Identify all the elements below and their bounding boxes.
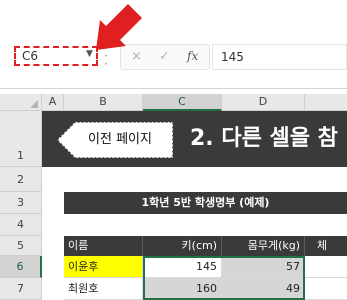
column-header-c[interactable]: C <box>143 94 222 111</box>
row-header-2[interactable]: 2 <box>0 167 42 192</box>
cell-height-row6[interactable]: 145 <box>143 256 222 278</box>
row-header-4[interactable]: 4 <box>0 214 42 236</box>
header-height[interactable]: 키(cm) <box>143 236 222 256</box>
row-header-6[interactable]: 6 <box>0 256 42 278</box>
cell-extra-row6[interactable] <box>305 256 347 278</box>
row-header-5[interactable]: 5 <box>0 236 42 256</box>
column-header-d[interactable]: D <box>222 94 305 111</box>
table-title: 1학년 5반 학생명부 (예제) <box>64 192 347 214</box>
cell-height-row7[interactable]: 160 <box>143 278 222 300</box>
cell-extra-row7[interactable] <box>305 278 347 300</box>
formula-input[interactable]: 145 <box>212 44 347 70</box>
enter-icon[interactable]: ✓ <box>159 49 170 64</box>
insert-function-icon[interactable]: fx <box>187 49 198 63</box>
column-header-e[interactable] <box>305 94 347 111</box>
cell-weight-row6[interactable]: 57 <box>222 256 305 278</box>
page-title: 2. 다른 셀을 참 <box>190 126 338 151</box>
column-header-a[interactable]: A <box>42 94 64 111</box>
ribbon-area <box>0 0 347 20</box>
row-header-7[interactable]: 7 <box>0 278 42 300</box>
callout-arrow-icon <box>96 4 142 50</box>
column-header-b[interactable]: B <box>64 94 143 111</box>
header-extra[interactable]: 체 <box>305 236 347 256</box>
prev-page-button[interactable]: 이전 페이지 <box>55 121 175 159</box>
cell-name-row6[interactable]: 이윤후 <box>64 256 143 278</box>
row-header-3[interactable]: 3 <box>0 192 42 214</box>
cell-weight-row7[interactable]: 49 <box>222 278 305 300</box>
select-all-corner[interactable] <box>0 94 42 111</box>
cell-name-row7[interactable]: 최원호 <box>64 278 143 300</box>
header-name[interactable]: 이름 <box>64 236 143 256</box>
header-weight[interactable]: 몸무게(kg) <box>222 236 305 256</box>
prev-page-label: 이전 페이지 <box>88 132 152 147</box>
row-header-1[interactable]: 1 <box>0 111 42 167</box>
